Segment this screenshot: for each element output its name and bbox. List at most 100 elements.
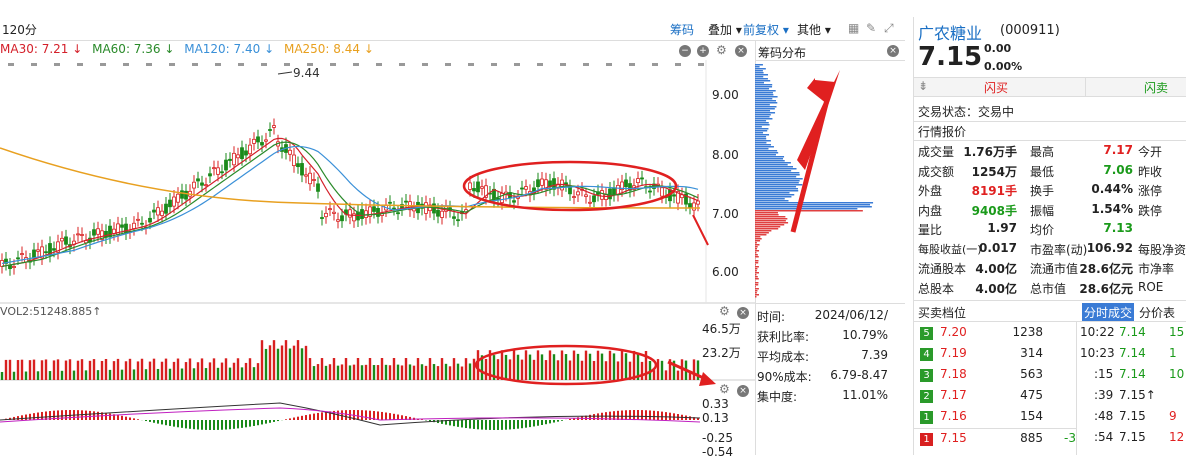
tick-time: :48 — [1094, 409, 1113, 427]
zoom-in-icon[interactable]: + — [697, 45, 709, 57]
chip-bar — [755, 146, 774, 148]
quote-value: 9408手 — [972, 202, 1017, 220]
quote-label: 最高 — [1030, 143, 1054, 161]
volume-bar — [349, 365, 351, 380]
macd-bar — [233, 420, 235, 429]
macd-bar — [689, 416, 691, 420]
collapse-icon[interactable]: ⇟ — [918, 79, 928, 97]
macd-bar — [493, 420, 495, 430]
macd-bar — [153, 420, 155, 423]
volume-bar — [89, 361, 91, 380]
macd-bar — [209, 420, 211, 430]
tick-price: 7.14 — [1119, 346, 1146, 364]
candle-body — [673, 195, 676, 196]
volume-bar — [509, 359, 511, 380]
chip-bar — [755, 132, 763, 134]
volume-bar — [285, 340, 287, 380]
volume-bar — [589, 354, 591, 380]
quote-label: 跌停 — [1138, 202, 1162, 220]
chip-bar — [755, 218, 787, 220]
volume-bar — [429, 358, 431, 380]
volume-bar — [45, 359, 47, 380]
volume-bar — [237, 358, 239, 380]
chip-bar — [755, 264, 756, 266]
candle-body — [301, 163, 304, 175]
chip-bar — [755, 294, 759, 296]
quote-label: 流通股本 — [918, 260, 966, 278]
macd-close-icon[interactable]: × — [737, 385, 749, 397]
candle-body — [325, 213, 328, 216]
quote-label: 外盘 — [918, 182, 942, 200]
chip-bar — [755, 170, 791, 172]
chip-bar — [755, 214, 779, 216]
candle-body — [481, 187, 484, 189]
macd-bar — [149, 420, 151, 422]
macd-bar — [121, 416, 123, 420]
candle-body — [661, 188, 664, 196]
flash-buy-button[interactable]: 闪买 — [984, 79, 1008, 97]
chart-toolbar: 120分 筹码 叠加 ▾ 前复权 ▾ 其他 ▾ ▦ ✎ ⤢ — [0, 17, 905, 41]
overlay-dropdown[interactable]: 叠加 ▾ — [708, 21, 742, 38]
macd-bar — [253, 420, 255, 426]
chip-bar — [755, 226, 780, 228]
chip-bar — [755, 104, 770, 106]
volume-bar — [9, 360, 11, 380]
macd-bar — [489, 420, 491, 430]
candle-body — [289, 150, 292, 154]
period-selector[interactable]: 120分 — [2, 21, 37, 38]
macd-bar — [109, 414, 111, 420]
event-marker — [261, 63, 267, 66]
chip-bar — [755, 232, 769, 234]
chip-bar — [755, 252, 756, 254]
macd-bar — [245, 420, 247, 427]
chip-bar — [755, 150, 777, 152]
volume-bar — [633, 351, 635, 380]
chip-bar — [755, 236, 760, 238]
pen-icon[interactable]: ✎ — [866, 21, 876, 35]
close-main-icon[interactable]: × — [735, 45, 747, 57]
tab-price-table[interactable]: 分价表 — [1139, 304, 1175, 322]
chips-button[interactable]: 筹码 — [670, 21, 694, 38]
expand-icon[interactable]: ⤢ — [884, 21, 894, 36]
volume-bar — [241, 367, 243, 380]
settings-gear-icon[interactable]: ⚙ — [716, 43, 727, 57]
volume-bar — [141, 359, 143, 380]
macd-bar — [473, 420, 475, 429]
candle-body — [153, 210, 156, 212]
grid-icon[interactable]: ▦ — [848, 21, 859, 35]
other-dropdown[interactable]: 其他 ▾ — [797, 21, 831, 38]
volume-bar — [565, 354, 567, 380]
candle-body — [329, 209, 332, 210]
volume-bar — [445, 364, 447, 380]
quote-value: 1254万 — [972, 163, 1017, 181]
event-marker — [238, 63, 244, 66]
candle-body — [341, 216, 344, 221]
volume-bar — [661, 361, 663, 380]
volume-bar — [329, 364, 331, 380]
macd-gear-icon[interactable]: ⚙ — [719, 382, 730, 396]
vol-gear-icon[interactable]: ⚙ — [719, 304, 730, 318]
chip-close-icon[interactable]: × — [887, 45, 899, 57]
volume-bar — [5, 360, 7, 380]
chip-bar — [755, 188, 798, 190]
volume-bar — [221, 363, 223, 380]
event-marker — [422, 63, 428, 66]
volume-bar — [169, 369, 171, 380]
vol-axis-top: 46.5万 — [702, 320, 741, 337]
volume-bar — [381, 358, 383, 380]
price-axis-7: 7.00 — [712, 207, 739, 221]
macd-bar — [29, 414, 31, 420]
chip-bar — [755, 260, 758, 262]
zoom-out-icon[interactable]: − — [679, 45, 691, 57]
candle-body — [513, 201, 516, 203]
tab-time-trades[interactable]: 分时成交 — [1082, 303, 1134, 321]
vol-close-icon[interactable]: × — [737, 307, 749, 319]
flash-sell-button[interactable]: 闪卖 — [1144, 79, 1168, 97]
event-marker — [192, 63, 198, 66]
event-marker — [54, 63, 60, 66]
event-marker — [652, 63, 658, 66]
macd-bar — [485, 420, 487, 430]
adjust-dropdown[interactable]: 前复权 ▾ — [743, 21, 789, 38]
chip-bar — [755, 234, 766, 236]
event-marker — [307, 63, 313, 66]
